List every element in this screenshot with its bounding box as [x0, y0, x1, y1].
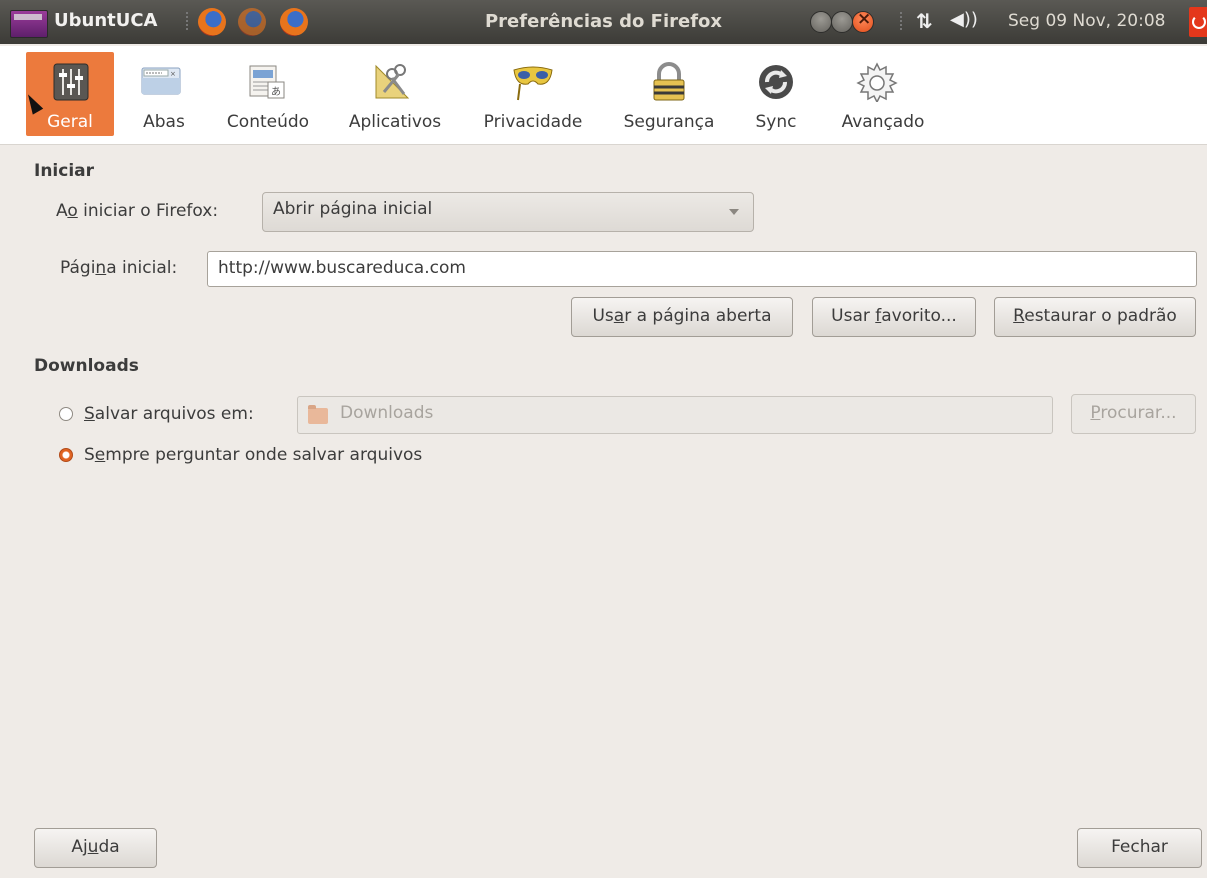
chevron-down-icon	[729, 209, 739, 215]
folder-icon	[308, 405, 328, 424]
panel-separator	[900, 12, 902, 32]
top-panel: UbuntUCA Preferências do Firefox ⇅ ◀)) S…	[0, 0, 1207, 44]
privacy-mask-icon	[513, 66, 553, 101]
restore-default-button[interactable]: Restaurar o padrão	[994, 297, 1196, 337]
close-window-button[interactable]	[852, 9, 874, 33]
tab-aplicativos[interactable]: Aplicativos	[340, 52, 450, 136]
save-to-label: Salvar arquivos em:	[84, 404, 254, 424]
tab-label: Geral	[47, 112, 93, 132]
close-button[interactable]: Fechar	[1077, 828, 1202, 868]
tab-label: Avançado	[841, 112, 925, 132]
startup-heading: Iniciar	[34, 161, 95, 181]
tab-label: Privacidade	[483, 112, 583, 132]
power-icon[interactable]	[1189, 7, 1207, 37]
tab-label: Sync	[755, 112, 797, 132]
help-button[interactable]: Ajuda	[34, 828, 157, 868]
sync-icon	[759, 65, 793, 99]
app-name[interactable]: UbuntUCA	[54, 10, 158, 31]
tab-label: Aplicativos	[348, 112, 442, 132]
always-ask-label: Sempre perguntar onde salvar arquivos	[84, 445, 423, 465]
clock[interactable]: Seg 09 Nov, 20:08	[1008, 11, 1165, 31]
startup-action-value: Abrir página inicial	[273, 199, 433, 219]
firefox-launcher-icon[interactable]	[198, 8, 226, 36]
firefox-launcher-icon[interactable]	[280, 8, 308, 36]
when-start-label: Ao iniciar o Firefox:	[56, 201, 219, 221]
tab-seguranca[interactable]: Segurança	[614, 52, 724, 136]
content-icon: あ	[249, 65, 285, 99]
advanced-gear-icon	[856, 62, 898, 102]
download-folder-field[interactable]: Downloads	[297, 396, 1053, 434]
firefox-launcher-icon[interactable]	[238, 8, 266, 36]
panel-separator	[186, 12, 188, 32]
tab-avancado[interactable]: Avançado	[832, 52, 934, 136]
volume-icon[interactable]: ◀))	[950, 9, 978, 30]
svg-text:×: ×	[170, 70, 176, 78]
general-sliders-icon	[53, 63, 89, 101]
tab-geral[interactable]: Geral	[26, 52, 114, 136]
network-icon[interactable]: ⇅	[916, 9, 933, 33]
applications-icon	[375, 64, 410, 99]
save-to-radio[interactable]	[59, 407, 73, 421]
startup-action-select[interactable]: Abrir página inicial	[262, 192, 754, 232]
use-bookmark-button[interactable]: Usar favorito...	[812, 297, 976, 337]
homepage-input[interactable]: http://www.buscareduca.com	[207, 251, 1197, 287]
tab-privacidade[interactable]: Privacidade	[474, 52, 592, 136]
security-lock-icon	[653, 62, 685, 101]
tab-label: Segurança	[623, 112, 715, 132]
downloads-heading: Downloads	[34, 356, 139, 376]
tab-label: Conteúdo	[226, 112, 310, 132]
tab-sync[interactable]: Sync	[746, 52, 806, 136]
always-ask-radio[interactable]	[59, 448, 73, 462]
download-folder-value: Downloads	[340, 403, 434, 423]
tabs-icon: ×	[141, 67, 181, 95]
homepage-label: Página inicial:	[60, 258, 178, 278]
use-current-page-button[interactable]: Usar a página aberta	[571, 297, 793, 337]
tab-abas[interactable]: × Abas	[134, 52, 194, 136]
app-menu-icon[interactable]	[10, 10, 48, 38]
preferences-toolbar: Geral × Abas あ Conteúdo Aplicativos Priv…	[0, 46, 1207, 145]
maximize-button[interactable]	[831, 11, 853, 33]
tab-conteudo[interactable]: あ Conteúdo	[218, 52, 318, 136]
tab-label: Abas	[143, 112, 185, 132]
minimize-button[interactable]	[810, 11, 832, 33]
svg-text:あ: あ	[271, 86, 281, 98]
browse-button[interactable]: Procurar...	[1071, 394, 1196, 434]
